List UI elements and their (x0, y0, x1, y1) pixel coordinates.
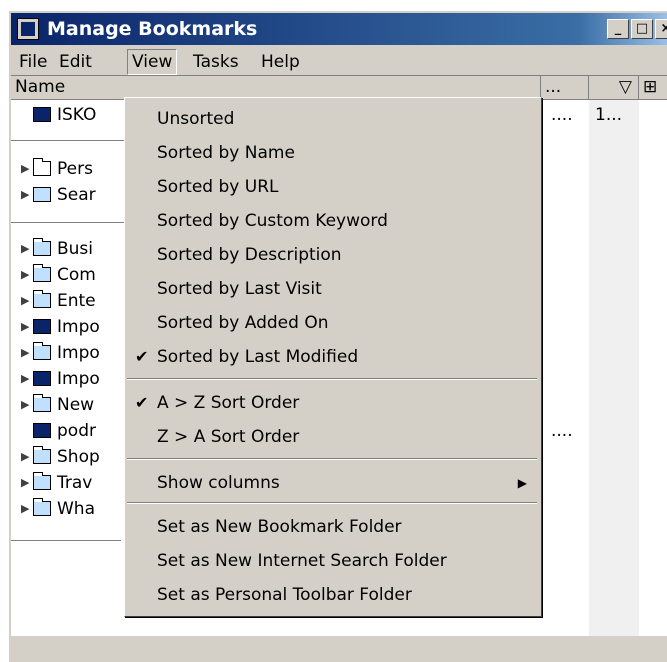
menu-item-label: Set as New Internet Search Folder (157, 551, 447, 571)
folder-icon (33, 238, 51, 256)
column-picker-icon[interactable]: ⊞ (639, 76, 667, 100)
menu-edit[interactable]: Edit (55, 50, 96, 74)
menu-item-z-a-sort-order[interactable]: Z > A Sort Order (125, 420, 539, 454)
folder-icon (33, 472, 51, 490)
expand-twisty-icon[interactable]: ▶ (21, 314, 29, 340)
app-icon (17, 18, 39, 40)
bookmark-icon (33, 423, 51, 438)
title-bar[interactable]: Manage Bookmarks _ □ × (11, 13, 667, 45)
menu-item-sorted-by-url[interactable]: Sorted by URL (125, 170, 539, 204)
menu-item-set-as-personal-toolbar-folder[interactable]: Set as Personal Toolbar Folder (125, 578, 539, 612)
menu-item-label: Sorted by Last Visit (157, 279, 322, 299)
expand-twisty-icon[interactable]: ▶ (21, 444, 29, 470)
row-label: Wha (57, 499, 96, 519)
menu-item-label: A > Z Sort Order (157, 393, 300, 413)
expand-twisty-icon[interactable]: ▶ (21, 156, 29, 182)
menu-separator (127, 378, 537, 380)
row-cell: 1... (595, 105, 623, 125)
row-label: Pers (57, 159, 93, 179)
expand-twisty-icon[interactable]: ▶ (21, 262, 29, 288)
menu-item-set-as-new-internet-search-folder[interactable]: Set as New Internet Search Folder (125, 544, 539, 578)
menu-item-sorted-by-last-modified[interactable]: ✔ Sorted by Last Modified (125, 340, 539, 374)
bookmark-folder-icon (33, 371, 51, 386)
menu-bar: File Edit View Tasks Help (11, 47, 667, 75)
menu-item-sorted-by-description[interactable]: Sorted by Description (125, 238, 539, 272)
expand-twisty-icon[interactable]: ▶ (21, 392, 29, 418)
tree-separator (11, 540, 121, 541)
sort-indicator[interactable]: ▽ (589, 76, 639, 100)
maximize-button[interactable]: □ (631, 19, 653, 39)
expand-twisty-icon[interactable]: ▶ (21, 366, 29, 392)
menu-item-show-columns[interactable]: Show columns ▶ (125, 466, 539, 500)
folder-icon (33, 446, 51, 464)
menu-item-sorted-by-added-on[interactable]: Sorted by Added On (125, 306, 539, 340)
expand-twisty-icon[interactable]: ▶ (21, 496, 29, 522)
menu-item-label: Sorted by Custom Keyword (157, 211, 388, 231)
folder-icon (33, 290, 51, 308)
close-button[interactable]: × (655, 19, 667, 39)
menu-item-label: Sorted by Description (157, 245, 342, 265)
menu-separator (127, 502, 537, 504)
folder-icon (33, 158, 51, 176)
menu-item-sorted-by-last-visit[interactable]: Sorted by Last Visit (125, 272, 539, 306)
row-cell: .... (551, 421, 573, 441)
row-label: Com (57, 265, 96, 285)
folder-icon (33, 394, 51, 412)
menu-tasks[interactable]: Tasks (189, 50, 243, 74)
minimize-button[interactable]: _ (607, 19, 629, 39)
menu-item-label: Set as Personal Toolbar Folder (157, 585, 412, 605)
row-label: New (57, 395, 95, 415)
folder-icon (33, 342, 51, 360)
menu-item-label: Sorted by Last Modified (157, 347, 359, 367)
menu-item-set-as-new-bookmark-folder[interactable]: Set as New Bookmark Folder (125, 510, 539, 544)
bookmark-icon (33, 107, 51, 122)
checkmark-icon: ✔ (135, 347, 149, 366)
row-label: Busi (57, 239, 94, 259)
submenu-arrow-icon: ▶ (517, 476, 527, 490)
menu-item-unsorted[interactable]: Unsorted (125, 102, 539, 136)
search-folder-icon (33, 187, 51, 202)
row-label: Impo (57, 343, 100, 363)
column-header-2[interactable]: ... (541, 76, 589, 100)
folder-icon (33, 498, 51, 516)
menu-item-label: Z > A Sort Order (157, 427, 300, 447)
folder-icon (33, 264, 51, 282)
row-label: Impo (57, 317, 100, 337)
menu-item-label: Sorted by URL (157, 177, 279, 197)
row-cell: .... (551, 105, 573, 125)
menu-item-label: Set as New Bookmark Folder (157, 517, 402, 537)
menu-help[interactable]: Help (257, 50, 304, 74)
row-label: Shop (57, 447, 100, 467)
expand-twisty-icon[interactable]: ▶ (21, 288, 29, 314)
row-label: Trav (57, 473, 93, 493)
checkmark-icon: ✔ (135, 393, 149, 412)
menu-item-a-z-sort-order[interactable]: ✔ A > Z Sort Order (125, 386, 539, 420)
view-menu-dropdown: Unsorted Sorted by Name Sorted by URL Sorte… (124, 97, 542, 617)
expand-twisty-icon[interactable]: ▶ (21, 236, 29, 262)
menu-view[interactable]: View (127, 49, 178, 75)
menu-item-label: Show columns (157, 473, 280, 493)
expand-twisty-icon[interactable]: ▶ (21, 470, 29, 496)
status-bar (11, 636, 667, 662)
menu-item-label: Sorted by Name (157, 143, 295, 163)
row-label: Sear (57, 185, 96, 205)
menu-item-label: Unsorted (157, 109, 235, 129)
menu-item-sorted-by-name[interactable]: Sorted by Name (125, 136, 539, 170)
row-label: Ente (57, 291, 96, 311)
window-title: Manage Bookmarks (47, 18, 258, 40)
row-label: Impo (57, 369, 100, 389)
menu-item-sorted-by-custom-keyword[interactable]: Sorted by Custom Keyword (125, 204, 539, 238)
row-label: podr (57, 421, 96, 441)
expand-twisty-icon[interactable]: ▶ (21, 340, 29, 366)
expand-twisty-icon[interactable]: ▶ (21, 182, 29, 208)
menu-file[interactable]: File (15, 50, 51, 74)
menu-separator (127, 458, 537, 460)
bookmark-folder-icon (33, 319, 51, 334)
menu-item-label: Sorted by Added On (157, 313, 329, 333)
row-label: ISKO (57, 105, 97, 125)
